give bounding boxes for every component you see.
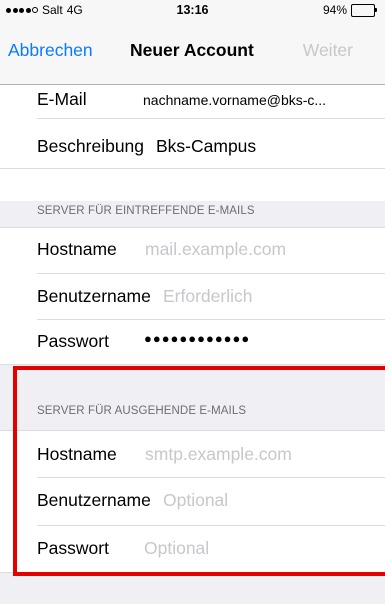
outgoing-password-row[interactable]: Passwort Optional	[0, 526, 385, 572]
incoming-username-label: Benutzername	[37, 286, 151, 306]
page-title: Neuer Account	[130, 40, 254, 60]
email-value[interactable]: nachname.vorname@bks-c...	[143, 92, 326, 108]
battery-percent: 94%	[322, 3, 347, 17]
cancel-button[interactable]: Abbrechen	[8, 40, 93, 61]
group-divider	[0, 168, 385, 169]
outgoing-hostname-field[interactable]: smtp.example.com	[145, 444, 292, 465]
email-label: E-Mail	[37, 89, 87, 109]
outgoing-username-label: Benutzername	[37, 490, 151, 510]
incoming-username-row[interactable]: Benutzername Erforderlich	[0, 274, 385, 319]
description-value[interactable]: Bks-Campus	[156, 136, 256, 157]
outgoing-password-field[interactable]: Optional	[144, 538, 209, 559]
incoming-group: Hostname mail.example.com Benutzername E…	[0, 228, 385, 364]
status-bar: Salt 4G 13:16 94%	[0, 0, 385, 20]
outgoing-group: Hostname smtp.example.com Benutzername O…	[0, 431, 385, 572]
incoming-password-field[interactable]: ●●●●●●●●●●●●	[144, 331, 250, 346]
incoming-section-header: SERVER FÜR EINTREFFENDE E-MAILS	[37, 205, 255, 217]
group-divider	[0, 572, 385, 573]
outgoing-hostname-row[interactable]: Hostname smtp.example.com	[0, 431, 385, 477]
incoming-hostname-label: Hostname	[37, 239, 117, 259]
battery-icon	[351, 3, 377, 17]
navigation-bar: Abbrechen Neuer Account Weiter	[0, 20, 385, 84]
outgoing-section-header: SERVER FÜR AUSGEHENDE E-MAILS	[37, 405, 247, 417]
status-right: 94%	[323, 3, 377, 17]
group-divider	[0, 364, 385, 365]
next-button[interactable]: Weiter	[303, 40, 353, 61]
outgoing-hostname-label: Hostname	[37, 444, 117, 464]
incoming-password-label: Passwort	[37, 331, 109, 351]
outgoing-username-field[interactable]: Optional	[163, 490, 228, 511]
incoming-hostname-field[interactable]: mail.example.com	[145, 239, 286, 260]
incoming-username-field[interactable]: Erforderlich	[163, 286, 252, 307]
incoming-hostname-row[interactable]: Hostname mail.example.com	[0, 228, 385, 273]
description-label: Beschreibung	[37, 136, 145, 156]
outgoing-username-row[interactable]: Benutzername Optional	[0, 478, 385, 525]
incoming-password-row[interactable]: Passwort ●●●●●●●●●●●●	[0, 320, 385, 364]
account-group: E-Mail nachname.vorname@bks-c... Beschre…	[0, 85, 385, 201]
outgoing-password-label: Passwort	[37, 538, 109, 558]
